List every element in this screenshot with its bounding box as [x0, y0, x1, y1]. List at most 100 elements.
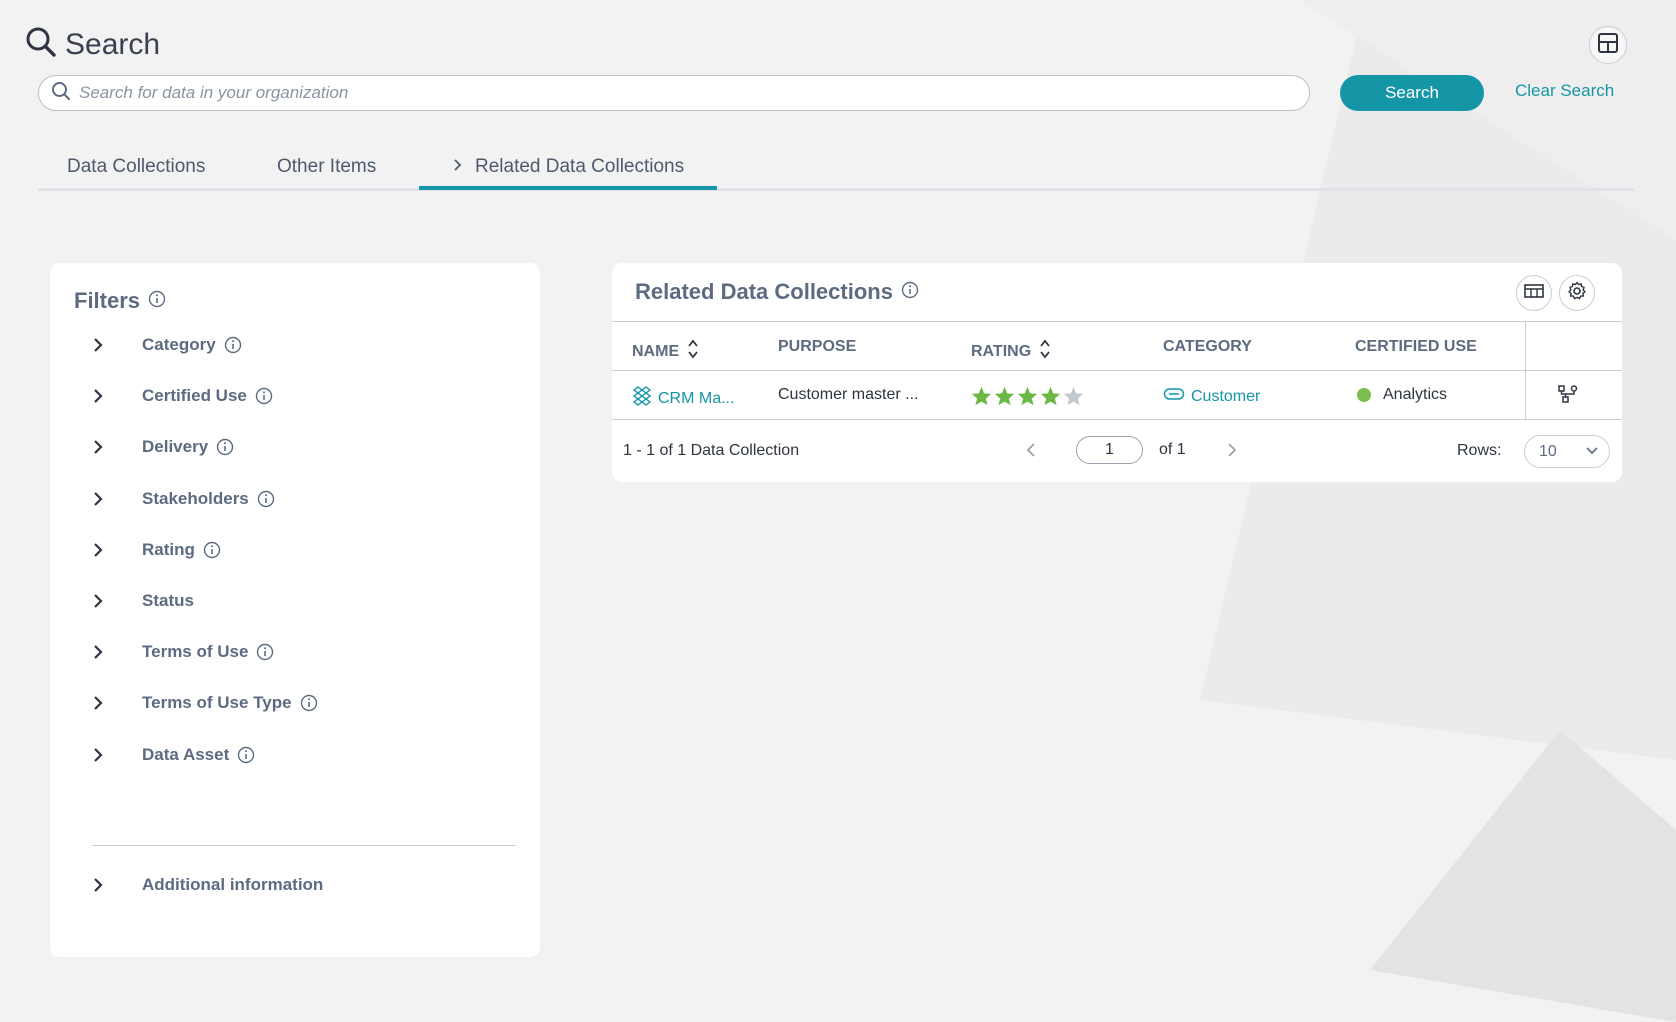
lineage-button[interactable]	[1557, 384, 1579, 409]
table-footer: 1 - 1 of 1 Data Collection of 1 Rows: 10	[612, 420, 1622, 482]
rows-value: 10	[1539, 442, 1557, 460]
sort-icon[interactable]	[687, 338, 699, 365]
info-icon[interactable]	[237, 746, 255, 764]
search-button[interactable]: Search	[1340, 75, 1484, 111]
chevron-right-icon	[92, 542, 118, 558]
rows-per-page-select[interactable]: 10	[1524, 435, 1610, 468]
chevron-down-icon	[1585, 443, 1599, 461]
column-divider	[1525, 322, 1526, 370]
row-name-link[interactable]: CRM Ma...	[632, 386, 734, 411]
filter-status[interactable]: Status	[92, 591, 194, 611]
chevron-right-icon	[92, 388, 118, 404]
status-dot	[1357, 388, 1371, 402]
row-certified-use: Analytics	[1357, 386, 1447, 404]
chevron-right-icon	[92, 644, 118, 660]
next-page-button[interactable]	[1227, 442, 1237, 463]
chevron-right-icon	[92, 439, 118, 455]
filter-rating[interactable]: Rating	[92, 540, 221, 560]
filter-category[interactable]: Category	[92, 335, 242, 355]
page-number-input[interactable]	[1076, 436, 1143, 464]
result-count: 1 - 1 of 1 Data Collection	[623, 442, 800, 459]
star-filled-icon	[1040, 386, 1061, 411]
filter-label: Category	[142, 335, 216, 354]
active-tab-indicator	[419, 186, 717, 190]
rows-label: Rows:	[1457, 442, 1502, 459]
filter-label: Terms of Use	[142, 642, 249, 661]
filters-panel: Filters Category Certified Use Delivery Sta…	[50, 263, 540, 957]
chevron-right-icon	[92, 593, 118, 609]
filter-label: Data Asset	[142, 745, 230, 764]
column-view-button[interactable]	[1516, 275, 1552, 311]
column-label: NAME	[632, 342, 680, 360]
results-heading: Related Data Collections	[635, 279, 919, 305]
star-empty-icon	[1063, 386, 1084, 411]
page-title: Search	[65, 27, 161, 61]
search-field-icon	[51, 81, 71, 106]
filter-data-asset[interactable]: Data Asset	[92, 745, 255, 765]
table-columns-icon	[1524, 283, 1544, 304]
rating-stars	[971, 386, 1084, 411]
results-title: Related Data Collections	[635, 279, 893, 304]
tab-other-items[interactable]: Other Items	[277, 156, 376, 178]
filter-certified-use[interactable]: Certified Use	[92, 386, 273, 406]
chevron-right-icon	[92, 877, 118, 893]
chevron-right-icon	[92, 747, 118, 763]
row-name: CRM Ma...	[658, 389, 735, 407]
info-icon[interactable]	[901, 279, 919, 305]
filter-label: Rating	[142, 540, 195, 559]
tab-bar: Data Collections Other Items Related Dat…	[38, 146, 1634, 191]
column-header-rating[interactable]: RATING	[971, 338, 1051, 365]
layout-toggle-button[interactable]	[1589, 26, 1627, 64]
page-total: of 1	[1159, 441, 1186, 458]
previous-page-button[interactable]	[1026, 442, 1036, 463]
row-category: Customer	[1191, 387, 1261, 405]
column-divider	[1525, 371, 1526, 419]
filter-label: Additional information	[142, 875, 324, 894]
settings-button[interactable]	[1559, 275, 1595, 311]
filter-stakeholders[interactable]: Stakeholders	[92, 489, 275, 509]
chevron-right-icon	[92, 337, 118, 353]
tab-label: Related Data Collections	[475, 156, 685, 177]
column-label: RATING	[971, 342, 1032, 360]
filters-title: Filters	[74, 288, 141, 313]
star-filled-icon	[971, 386, 992, 411]
layout-grid-icon	[1597, 32, 1619, 59]
filter-terms-of-use-type[interactable]: Terms of Use Type	[92, 693, 318, 713]
info-icon[interactable]	[148, 288, 166, 314]
sort-icon[interactable]	[1039, 338, 1051, 365]
search-box	[38, 75, 1310, 111]
chevron-right-icon	[92, 695, 118, 711]
results-panel: Related Data Collections NAME PURPOSE RA…	[612, 263, 1622, 482]
filter-additional-information[interactable]: Additional information	[92, 875, 323, 895]
star-filled-icon	[1017, 386, 1038, 411]
filter-label: Status	[142, 591, 194, 610]
filter-label: Delivery	[142, 437, 209, 456]
column-header-purpose: PURPOSE	[778, 338, 857, 355]
info-icon[interactable]	[257, 490, 275, 508]
column-header-name[interactable]: NAME	[632, 338, 699, 365]
chevron-right-icon	[453, 156, 463, 178]
row-category-link[interactable]: Customer	[1163, 386, 1260, 407]
filter-delivery[interactable]: Delivery	[92, 437, 234, 457]
column-header-certified-use: CERTIFIED USE	[1355, 338, 1477, 355]
gear-icon	[1567, 281, 1587, 306]
filters-heading: Filters	[74, 288, 166, 314]
info-icon[interactable]	[255, 387, 273, 405]
info-icon[interactable]	[300, 694, 318, 712]
table-row: CRM Ma... Customer master ... Customer A…	[612, 371, 1622, 420]
tab-related-data-collections[interactable]: Related Data Collections	[453, 156, 684, 178]
filter-label: Terms of Use Type	[142, 693, 292, 712]
page-header: Search	[25, 26, 160, 63]
certified-use-label: Analytics	[1383, 386, 1448, 403]
filters-divider	[92, 845, 516, 846]
filter-terms-of-use[interactable]: Terms of Use	[92, 642, 274, 662]
info-icon[interactable]	[224, 336, 242, 354]
search-icon	[25, 26, 57, 63]
info-icon[interactable]	[216, 438, 234, 456]
search-input[interactable]	[79, 83, 1309, 103]
info-icon[interactable]	[256, 643, 274, 661]
search-page: Search Search Clear Search Data Collecti…	[0, 0, 1676, 1022]
info-icon[interactable]	[203, 541, 221, 559]
clear-search-link[interactable]: Clear Search	[1515, 81, 1614, 101]
tab-data-collections[interactable]: Data Collections	[67, 156, 205, 178]
